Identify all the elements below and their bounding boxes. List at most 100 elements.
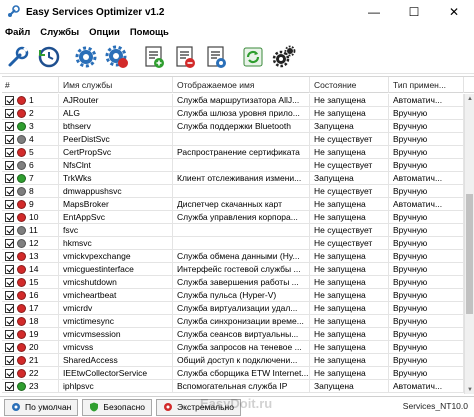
services-list[interactable]: # Имя службы Отображаемое имя Состояние …: [2, 76, 474, 394]
table-row[interactable]: 10 EntAppSvc Служба управления корпора... Н…: [2, 211, 464, 224]
startup-type-cell: Вручную: [389, 354, 464, 366]
row-number: 22: [29, 367, 39, 378]
column-state[interactable]: Состояние: [310, 77, 389, 93]
table-row[interactable]: 1 AJRouter Служба маршрутизатора AllJ... Не…: [2, 94, 464, 107]
tab-safe-label: Безопасно: [103, 402, 146, 412]
row-checkbox[interactable]: [5, 277, 14, 287]
table-row[interactable]: 15 vmicshutdown Служба завершения работы .…: [2, 276, 464, 289]
display-name-cell: Служба пульса (Hyper-V): [173, 289, 310, 301]
row-number-cell: 12: [2, 237, 59, 249]
table-row[interactable]: 20 vmicvss Служба запросов на теневое ... Н…: [2, 341, 464, 354]
row-checkbox[interactable]: [5, 212, 14, 222]
menu-file[interactable]: Файл: [0, 27, 35, 38]
row-number-cell: 6: [2, 159, 59, 171]
table-row[interactable]: 22 IEEtwCollectorService Служба сборщика E…: [2, 367, 464, 380]
row-checkbox[interactable]: [5, 225, 14, 235]
table-row[interactable]: 17 vmicrdv Служба виртуализации удал... Не …: [2, 302, 464, 315]
row-checkbox[interactable]: [5, 147, 14, 157]
table-row[interactable]: 13 vmickvpexchange Служба обмена данными (…: [2, 250, 464, 263]
service-name-cell: PeerDistSvc: [59, 133, 173, 145]
row-checkbox[interactable]: [5, 303, 14, 313]
table-row[interactable]: 12 hkmsvc Не существует Вручную: [2, 237, 464, 250]
row-checkbox[interactable]: [5, 108, 14, 118]
row-checkbox[interactable]: [5, 121, 14, 131]
table-row[interactable]: 19 vmicvmsession Служба сеансов виртуальны…: [2, 328, 464, 341]
table-row[interactable]: 6 NfsClnt Не существует Вручную: [2, 159, 464, 172]
menu-services[interactable]: Службы: [35, 27, 84, 38]
table-row[interactable]: 7 TrkWks Клиент отслеживания измени... Запу…: [2, 172, 464, 185]
app-logo-icon: [8, 5, 20, 17]
service-name-cell: vmicvmsession: [59, 328, 173, 340]
row-number: 3: [29, 120, 34, 131]
table-row[interactable]: 4 PeerDistSvc Не существует Вручную: [2, 133, 464, 146]
row-checkbox[interactable]: [5, 264, 14, 274]
row-checkbox[interactable]: [5, 160, 14, 170]
state-cell: Не существует: [310, 224, 389, 236]
display-name-cell: Общий доступ к подключени...: [173, 354, 310, 366]
row-checkbox[interactable]: [5, 368, 14, 378]
table-row[interactable]: 21 SharedAccess Общий доступ к подключени.…: [2, 354, 464, 367]
minimize-button[interactable]: —: [354, 0, 394, 24]
service-name-cell: vmicvss: [59, 341, 173, 353]
column-display-name[interactable]: Отображаемое имя: [173, 77, 310, 93]
table-row[interactable]: 14 vmicguestinterface Интерфейс гостевой с…: [2, 263, 464, 276]
row-number-cell: 11: [2, 224, 59, 236]
row-number: 6: [29, 159, 34, 170]
vertical-scrollbar[interactable]: ▲ ▼: [464, 94, 474, 394]
list-body: 1 AJRouter Служба маршрутизатора AllJ... Не…: [2, 94, 464, 393]
gear-red-icon[interactable]: [103, 43, 131, 71]
refresh-icon[interactable]: [239, 43, 267, 71]
row-checkbox[interactable]: [5, 95, 14, 105]
table-row[interactable]: 9 MapsBroker Диспетчер скачанных карт Не за…: [2, 198, 464, 211]
row-checkbox[interactable]: [5, 316, 14, 326]
table-row[interactable]: 3 bthserv Служба поддержки Bluetooth Запуще…: [2, 120, 464, 133]
row-number-cell: 19: [2, 328, 59, 340]
row-checkbox[interactable]: [5, 251, 14, 261]
row-number: 4: [29, 133, 34, 144]
table-row[interactable]: 23 iphlpsvc Вспомогательная служба IP Запущ…: [2, 380, 464, 393]
menu-options[interactable]: Опции: [84, 27, 125, 38]
list-blue-icon[interactable]: [202, 43, 230, 71]
row-checkbox[interactable]: [5, 355, 14, 365]
row-number: 21: [29, 354, 39, 365]
maximize-button[interactable]: ☐: [394, 0, 434, 24]
list-green-icon[interactable]: [140, 43, 168, 71]
row-checkbox[interactable]: [5, 199, 14, 209]
wrench-icon[interactable]: [4, 43, 32, 71]
row-checkbox[interactable]: [5, 134, 14, 144]
tab-default-label: По умолчан: [25, 402, 72, 412]
row-checkbox[interactable]: [5, 290, 14, 300]
row-checkbox[interactable]: [5, 342, 14, 352]
list-red-icon[interactable]: [171, 43, 199, 71]
history-clock-icon[interactable]: [35, 43, 63, 71]
tab-default[interactable]: По умолчан: [4, 398, 79, 416]
service-name-cell: CertPropSvc: [59, 146, 173, 158]
table-row[interactable]: 5 CertPropSvc Распространение сертификата Н…: [2, 146, 464, 159]
gears-black-icon[interactable]: [270, 43, 298, 71]
state-cell: Не существует: [310, 185, 389, 197]
row-checkbox[interactable]: [5, 173, 14, 183]
scroll-down-arrow-icon[interactable]: ▼: [465, 385, 474, 394]
gear-settings-icon[interactable]: [72, 43, 100, 71]
scrollbar-thumb[interactable]: [466, 194, 473, 314]
display-name-cell: Клиент отслеживания измени...: [173, 172, 310, 184]
column-startup-type[interactable]: Тип примен...: [389, 77, 464, 93]
startup-type-cell: Вручную: [389, 341, 464, 353]
menu-help[interactable]: Помощь: [125, 27, 174, 38]
table-row[interactable]: 11 fsvc Не существует Вручную: [2, 224, 464, 237]
display-name-cell: [173, 159, 310, 171]
tab-safe[interactable]: Безопасно: [82, 398, 153, 416]
row-checkbox[interactable]: [5, 381, 14, 391]
close-button[interactable]: ✕: [434, 0, 474, 24]
table-row[interactable]: 18 vmictimesync Служба синхронизации време…: [2, 315, 464, 328]
row-checkbox[interactable]: [5, 329, 14, 339]
row-number: 16: [29, 289, 39, 300]
table-row[interactable]: 8 dmwappushsvc Не существует Вручную: [2, 185, 464, 198]
table-row[interactable]: 16 vmicheartbeat Служба пульса (Hyper-V) Не…: [2, 289, 464, 302]
column-service-name[interactable]: Имя службы: [59, 77, 173, 93]
row-checkbox[interactable]: [5, 186, 14, 196]
column-number[interactable]: #: [2, 77, 59, 93]
scroll-up-arrow-icon[interactable]: ▲: [465, 94, 474, 104]
row-checkbox[interactable]: [5, 238, 14, 248]
table-row[interactable]: 2 ALG Служба шлюза уровня прило... Не запущ…: [2, 107, 464, 120]
